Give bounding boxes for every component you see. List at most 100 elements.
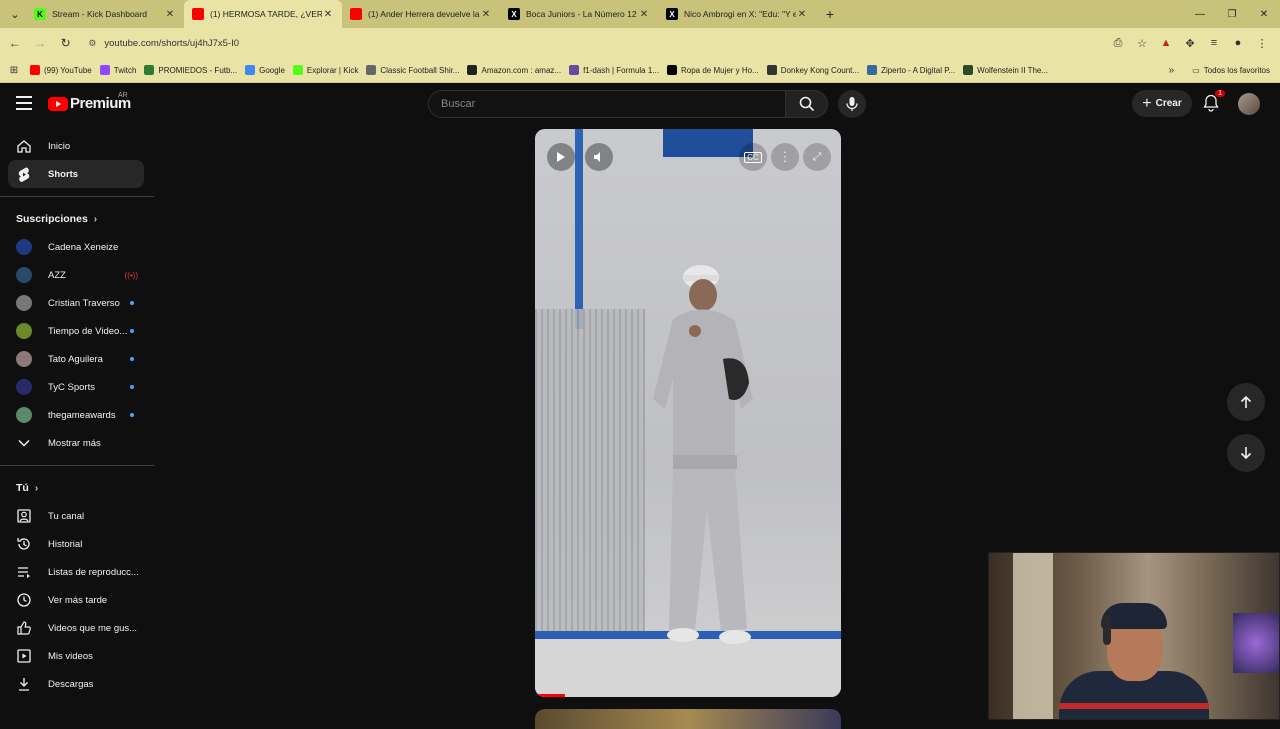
voice-search-button[interactable] (838, 90, 866, 118)
youtube-premium-logo[interactable]: Premium AR (48, 92, 131, 112)
bookmark-favicon-icon (99, 65, 110, 75)
subscriptions-header[interactable]: Suscripciones › (0, 205, 154, 233)
sidebar-item-ver-m-s-tarde[interactable]: Ver más tarde (8, 586, 144, 614)
install-app-icon[interactable]: ⎙ (1106, 32, 1130, 54)
sidebar-item-tu-canal[interactable]: Tu canal (8, 502, 144, 530)
volume-button[interactable] (585, 143, 613, 171)
sidebar-item-azz[interactable]: AZZ ((•)) (8, 261, 144, 289)
channel-avatar (16, 407, 32, 423)
sidebar-item-listas-de-reproducc[interactable]: Listas de reproducc... (8, 558, 144, 586)
bookmark-label: (99) YouTube (44, 65, 92, 75)
live-broadcast-icon: ((•)) (124, 270, 138, 280)
bookmark-favicon-icon (366, 65, 377, 75)
sidebar-item-tyc-sports[interactable]: TyC Sports (8, 373, 144, 401)
sidebar-item-historial[interactable]: Historial (8, 530, 144, 558)
browser-tab[interactable]: X Nico Ambrogi en X: "Edu: "Y e ✕ (658, 0, 816, 28)
search-input[interactable]: Buscar (428, 90, 786, 118)
bookmark-item[interactable]: Ropa de Mujer y Ho... (666, 65, 759, 75)
chevron-down-icon (16, 435, 32, 451)
new-tab-button[interactable]: + (820, 6, 840, 22)
tab-close-icon[interactable]: ✕ (480, 9, 492, 20)
browser-tab[interactable]: (1) HERMOSA TARDE, ¿VERDAD?✕ (184, 0, 342, 28)
adobe-extension-icon[interactable]: ▲ (1154, 32, 1178, 54)
sidebar-item-shorts[interactable]: Shorts (8, 160, 144, 188)
sidebar-item-mis-videos[interactable]: Mis videos (8, 642, 144, 670)
bookmark-item[interactable]: Donkey Kong Count... (766, 65, 859, 75)
shorts-video-player[interactable]: CC ⋮ ⤢ (535, 129, 841, 697)
bookmark-item[interactable]: Ziperto - A Digital P... (867, 65, 955, 75)
forward-button[interactable]: → (29, 32, 50, 54)
create-button[interactable]: + Crear (1132, 90, 1192, 117)
new-content-dot (130, 413, 134, 417)
tab-close-icon[interactable]: ✕ (796, 9, 808, 20)
site-info-icon[interactable]: ⚙ (88, 38, 96, 49)
minimize-button[interactable]: — (1184, 0, 1216, 28)
account-avatar[interactable] (1238, 93, 1260, 115)
show-more-button[interactable]: Mostrar más (8, 429, 144, 457)
bookmark-item[interactable]: Twitch (99, 65, 137, 75)
bookmark-star-icon[interactable]: ☆ (1130, 32, 1154, 54)
browser-tab[interactable]: (1) Ander Herrera devuelve la c ✕ (342, 0, 500, 28)
bookmark-item[interactable]: (99) YouTube (30, 65, 92, 75)
bookmarks-overflow-icon[interactable]: » (1168, 65, 1174, 76)
sidebar-item-thegameawards[interactable]: thegameawards (8, 401, 144, 429)
all-bookmarks-button[interactable]: ▭ Todos los favoritos (1192, 66, 1270, 75)
next-short-button[interactable] (1227, 434, 1265, 472)
you-header[interactable]: Tú › (0, 474, 154, 502)
tab-favicon-icon: K (34, 8, 46, 20)
sidebar-item-videos-que-me-gus[interactable]: Videos que me gus... (8, 614, 144, 642)
browser-tab[interactable]: K Stream - Kick Dashboard ✕ (26, 0, 184, 28)
video-progress-bar[interactable] (535, 694, 565, 697)
sidebar-item-label: Videos que me gus... (48, 622, 138, 634)
profile-icon[interactable]: ● (1226, 32, 1250, 54)
media-controls-icon[interactable]: ≡ (1202, 32, 1226, 54)
tab-close-icon[interactable]: ✕ (638, 9, 650, 20)
tab-close-icon[interactable]: ✕ (322, 9, 334, 20)
bookmark-item[interactable]: Classic Football Shir... (366, 65, 459, 75)
notifications-button[interactable]: 1 (1200, 90, 1225, 114)
sidebar-item-label: Historial (48, 538, 83, 550)
more-options-button[interactable]: ⋮ (771, 143, 799, 171)
previous-short-button[interactable] (1227, 383, 1265, 421)
next-short-preview[interactable] (535, 709, 841, 729)
menu-icon[interactable] (16, 96, 32, 110)
bookmark-item[interactable]: Wolfenstein II The... (963, 65, 1048, 75)
close-window-button[interactable]: ✕ (1248, 0, 1280, 28)
browser-menu-icon[interactable]: ⋮ (1250, 32, 1274, 54)
play-button[interactable] (547, 143, 575, 171)
captions-button[interactable]: CC (739, 143, 767, 171)
fullscreen-button[interactable]: ⤢ (803, 143, 831, 171)
browser-tab[interactable]: X Boca Juniors - La Número 12 e ✕ (500, 0, 658, 28)
tab-close-icon[interactable]: ✕ (164, 9, 176, 20)
bookmark-item[interactable]: Amazon.com : amaz... (467, 65, 561, 75)
restore-button[interactable]: ❐ (1216, 0, 1248, 28)
bookmark-favicon-icon (292, 65, 303, 75)
arrow-up-icon (1240, 395, 1252, 408)
webcam-overlay (988, 552, 1280, 720)
bookmark-item[interactable]: PROMIEDOS - Futb... (144, 65, 237, 75)
tab-favicon-icon (350, 8, 362, 20)
tab-search-icon[interactable]: ⌄ (4, 3, 26, 25)
sidebar-item-inicio[interactable]: Inicio (8, 132, 144, 160)
apps-grid-icon[interactable]: ⊞ (4, 65, 24, 76)
webcam-headphones (1103, 615, 1111, 645)
sidebar-item-tiempo-de-video[interactable]: Tiempo de Video... (8, 317, 144, 345)
sidebar-item-cadena-xeneize[interactable]: Cadena Xeneize (8, 233, 144, 261)
bookmark-item[interactable]: Google (245, 65, 285, 75)
address-bar: ← → ↻ ⚙ youtube.com/shorts/uj4hJ7x5-I0 ⎙… (0, 28, 1280, 58)
back-button[interactable]: ← (4, 32, 25, 54)
video-scenery (535, 309, 645, 639)
bookmark-item[interactable]: f1-dash | Formula 1... (569, 65, 659, 75)
extensions-icon[interactable]: ✥ (1178, 32, 1202, 54)
sidebar-item-label: Shorts (48, 168, 79, 180)
sidebar-item-label: Tiempo de Video... (48, 325, 128, 337)
bookmark-favicon-icon (245, 65, 256, 75)
sidebar-item-cristian-traverso[interactable]: Cristian Traverso (8, 289, 144, 317)
bookmark-item[interactable]: Explorar | Kick (292, 65, 358, 75)
url-field[interactable]: ⚙ youtube.com/shorts/uj4hJ7x5-I0 (82, 32, 1106, 54)
sidebar-item-tato-aguilera[interactable]: Tato Aguilera (8, 345, 144, 373)
search-button[interactable] (786, 90, 828, 118)
reload-button[interactable]: ↻ (55, 32, 76, 54)
sidebar-item-descargas[interactable]: Descargas (8, 670, 144, 698)
bookmark-label: Twitch (113, 65, 137, 75)
